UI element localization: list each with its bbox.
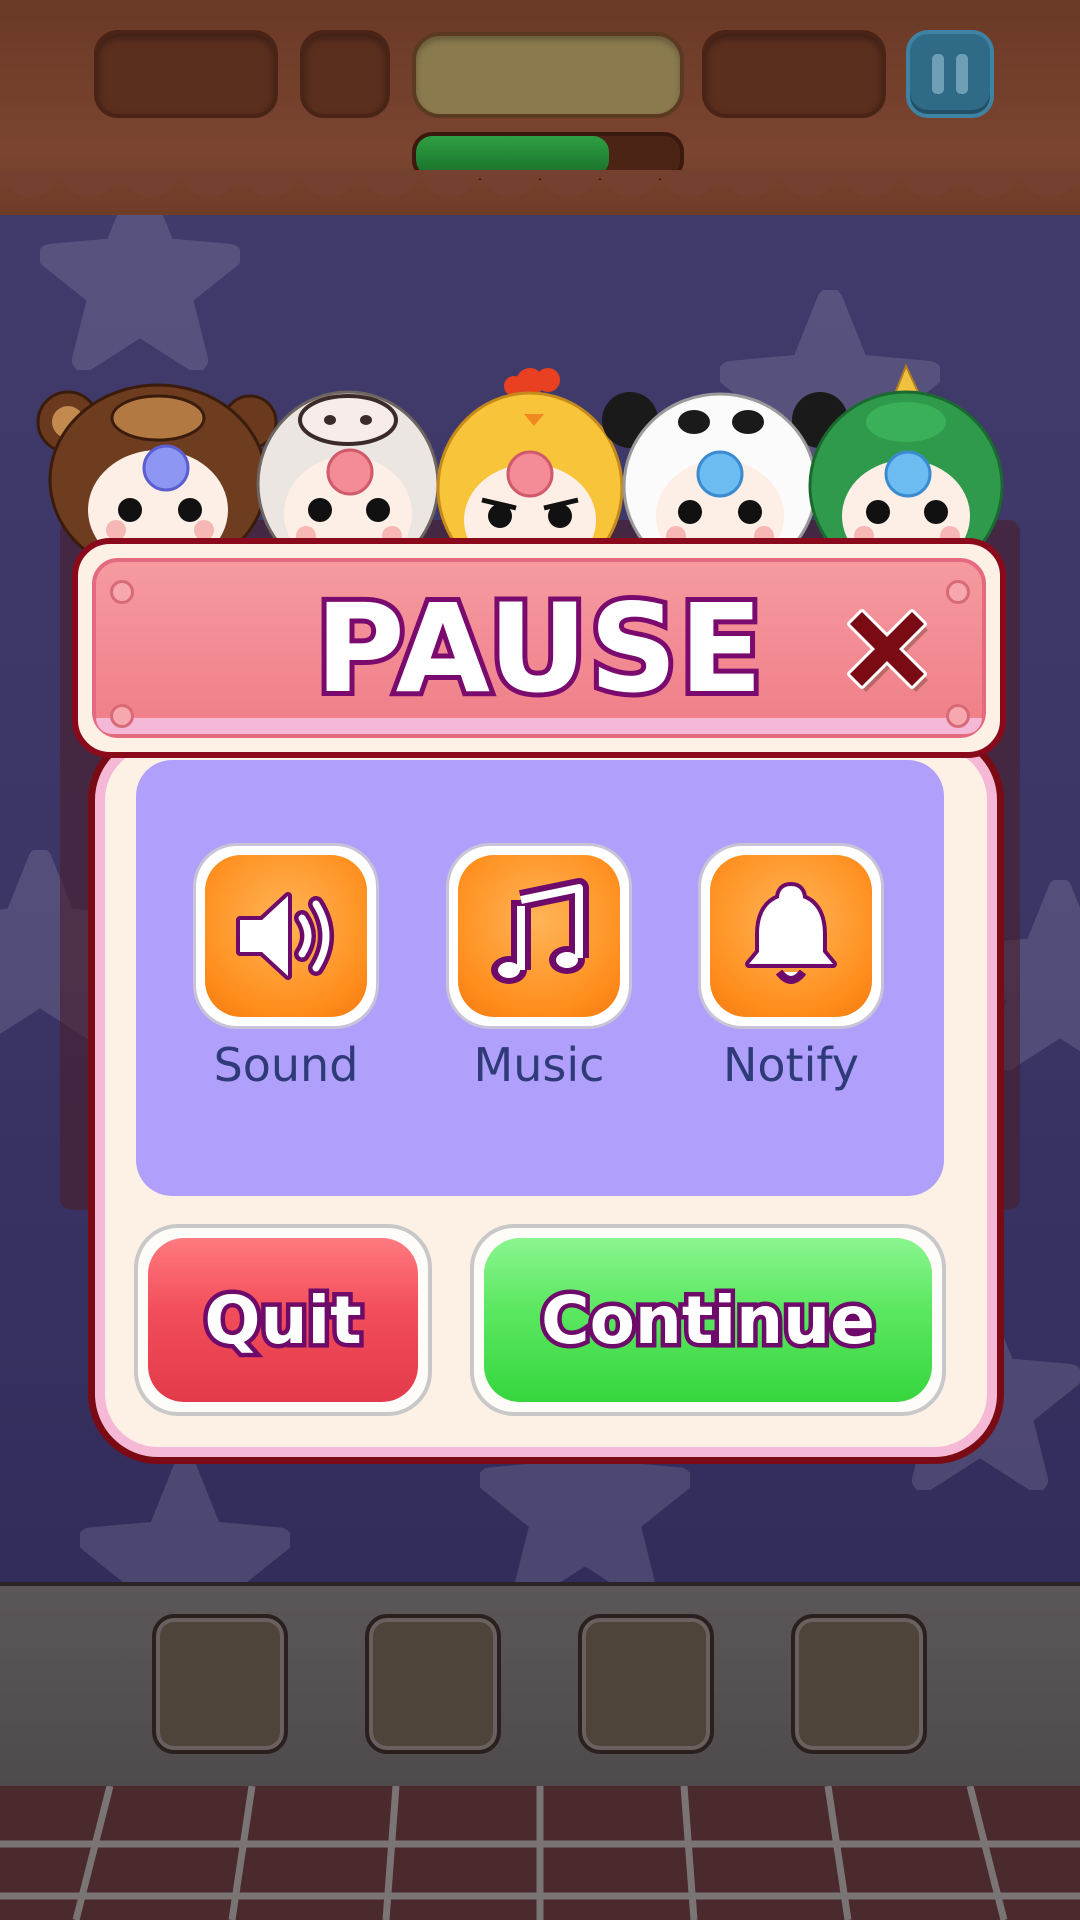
tray-slot[interactable] [791, 1614, 927, 1754]
cow-costume-character [256, 390, 440, 560]
music-label: Music [473, 1038, 605, 1092]
bottom-tray [0, 1582, 1080, 1790]
tray-slot[interactable] [365, 1614, 501, 1754]
character-row [36, 363, 1004, 560]
sound-toggle-button[interactable] [193, 843, 379, 1029]
continue-label: Continue [537, 1277, 880, 1363]
dinosaur-costume-character [808, 363, 1004, 560]
pause-button[interactable] [906, 30, 994, 118]
music-note-icon [491, 878, 589, 984]
monkey-costume-character [36, 383, 278, 560]
chicken-costume-character [436, 368, 624, 560]
hud-scalloped-edge [0, 170, 1080, 197]
quit-button[interactable]: Quit [134, 1224, 432, 1416]
hud-slot-coins [702, 30, 886, 118]
speaker-icon [236, 892, 334, 980]
tray-slot[interactable] [578, 1614, 714, 1754]
sound-label: Sound [213, 1038, 359, 1092]
tray-slot[interactable] [152, 1614, 288, 1754]
tiled-floor [0, 1786, 1080, 1920]
notify-label: Notify [723, 1038, 859, 1092]
close-button[interactable] [832, 594, 942, 704]
bell-icon [745, 882, 837, 984]
quit-label: Quit [200, 1277, 366, 1363]
notify-toggle-button[interactable] [698, 843, 884, 1029]
continue-button[interactable]: Continue [470, 1224, 946, 1416]
music-toggle-button[interactable] [446, 843, 632, 1029]
close-icon [847, 609, 928, 692]
hud-slot-score [94, 30, 278, 118]
hud-slot-small [300, 30, 390, 118]
hud-level-panel [412, 32, 684, 118]
